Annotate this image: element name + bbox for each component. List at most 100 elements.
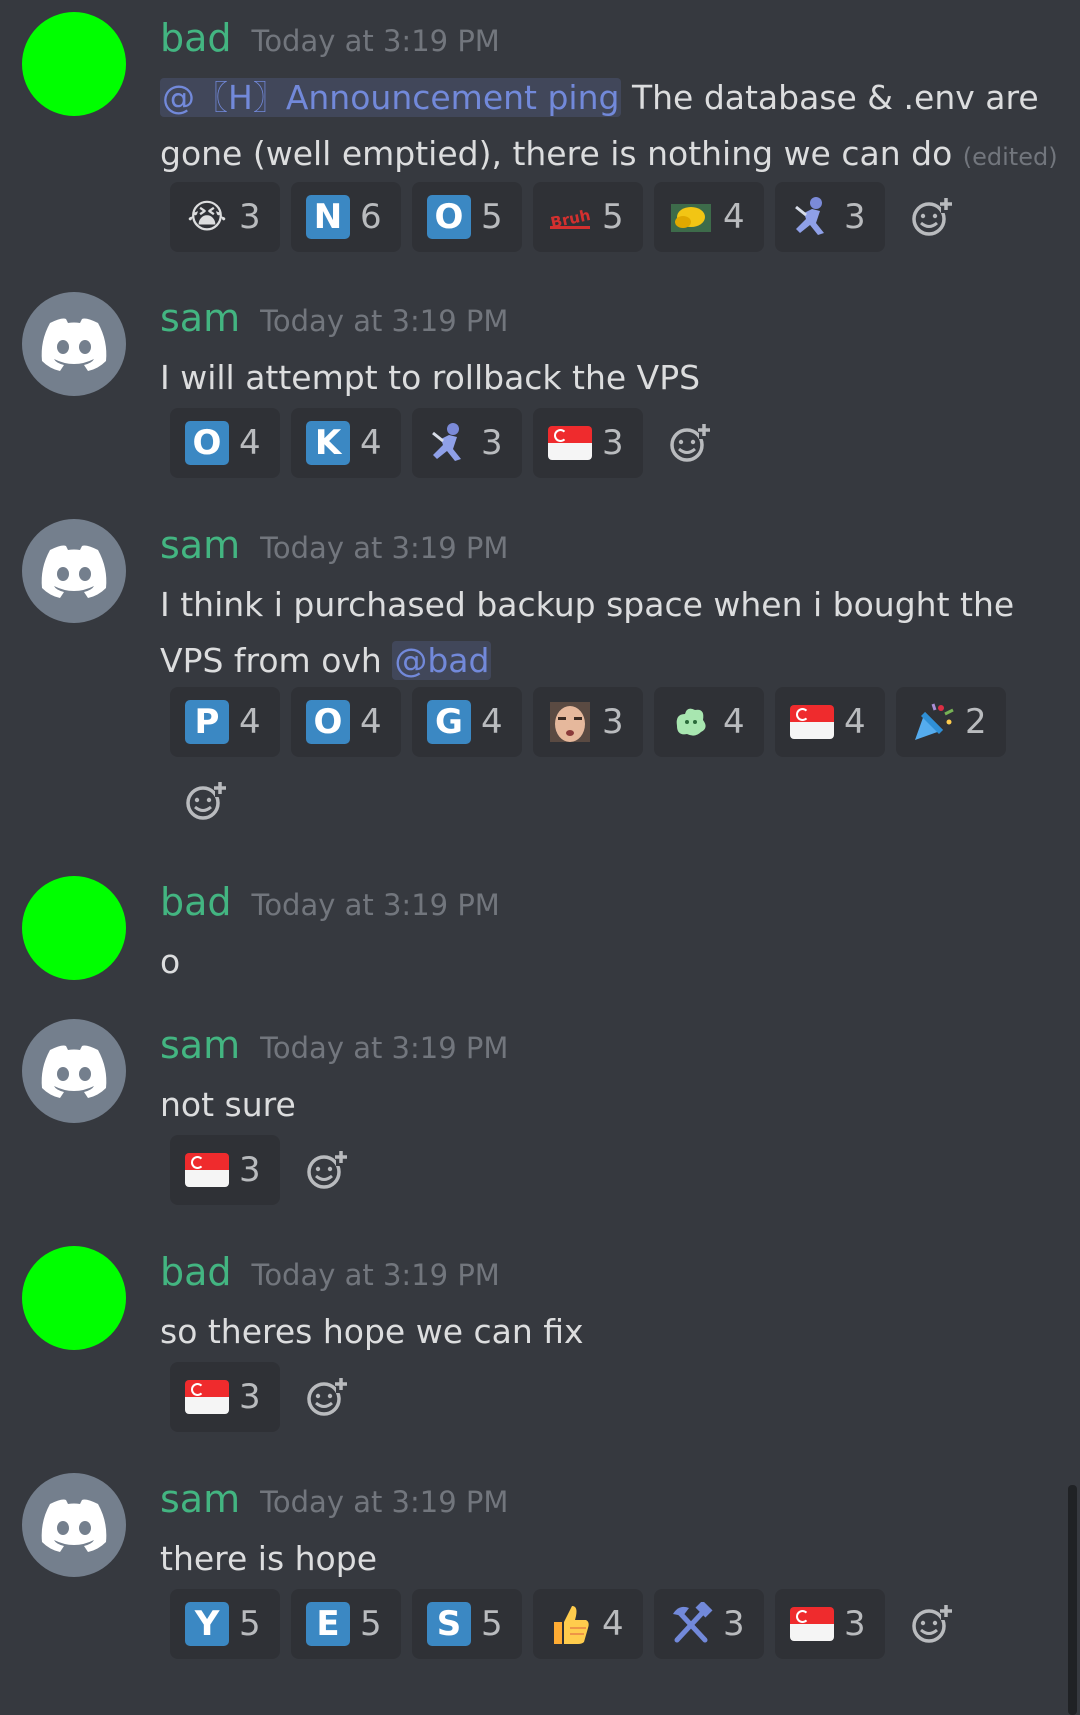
user-mention[interactable]: @bad <box>392 641 492 680</box>
avatar[interactable] <box>22 1019 126 1123</box>
add-reaction-icon <box>670 423 710 462</box>
username[interactable]: sam <box>160 296 240 340</box>
timestamp: Today at 3:19 PM <box>260 531 509 565</box>
timestamp: Today at 3:19 PM <box>251 888 500 922</box>
bruh-icon: Bruh <box>548 195 592 239</box>
message-content: there is hope <box>160 1531 1060 1587</box>
reaction-flag-sg[interactable]: 3 <box>533 408 643 478</box>
username[interactable]: sam <box>160 1477 240 1521</box>
reaction-regional-n[interactable]: N 6 <box>291 182 401 252</box>
reaction-flag-sg[interactable]: 3 <box>170 1135 280 1205</box>
message-header: bad Today at 3:19 PM <box>160 1250 500 1294</box>
message: bad Today at 3:19 PM o <box>0 876 1070 986</box>
reaction-regional-o[interactable]: O 5 <box>412 182 522 252</box>
flag-sg-icon <box>548 426 592 460</box>
reaction-count: 3 <box>239 197 261 237</box>
reaction-count: 4 <box>360 702 382 742</box>
message-header: bad Today at 3:19 PM <box>160 880 500 924</box>
reaction-bar: Y 5 E 5 S 5 4 3 3 <box>170 1589 1050 1668</box>
flag-sg-icon <box>185 1153 229 1187</box>
flag-sg-icon <box>790 705 834 739</box>
reaction-count: 3 <box>481 423 503 463</box>
reaction-regional-g[interactable]: G 4 <box>412 687 522 757</box>
reaction-count: 4 <box>723 702 745 742</box>
reaction-count: 6 <box>360 197 382 237</box>
regional-e-icon: E <box>306 1602 350 1646</box>
reaction-regional-p[interactable]: P 4 <box>170 687 280 757</box>
custom-face-emoji-icon <box>548 700 592 744</box>
avatar[interactable] <box>22 1473 126 1577</box>
avatar[interactable] <box>22 292 126 396</box>
add-reaction-button[interactable] <box>896 182 966 252</box>
message-header: sam Today at 3:19 PM <box>160 1023 508 1067</box>
reaction-flag-sg[interactable]: 4 <box>775 687 885 757</box>
username[interactable]: bad <box>160 1250 232 1294</box>
message-text: not sure <box>160 1085 296 1124</box>
reaction-count: 3 <box>602 423 624 463</box>
avatar[interactable] <box>22 519 126 623</box>
username[interactable]: bad <box>160 16 232 60</box>
reaction-bruh[interactable]: Bruh 5 <box>533 182 643 252</box>
custom-yellow-emoji-icon <box>669 195 713 239</box>
reaction-sob[interactable]: 😭 3 <box>170 182 280 252</box>
reaction-flag-sg[interactable]: 3 <box>170 1362 280 1432</box>
add-reaction-icon <box>912 197 952 236</box>
message-header: sam Today at 3:19 PM <box>160 1477 508 1521</box>
discord-logo-icon <box>41 318 107 371</box>
edited-label: (edited) <box>962 143 1058 171</box>
username[interactable]: bad <box>160 880 232 924</box>
discord-logo-icon <box>41 545 107 598</box>
reaction-regional-s[interactable]: S 5 <box>412 1589 522 1659</box>
timestamp: Today at 3:19 PM <box>251 24 500 58</box>
avatar[interactable] <box>22 876 126 980</box>
add-reaction-button[interactable] <box>170 766 240 836</box>
add-reaction-button[interactable] <box>654 408 724 478</box>
custom-dance-emoji-icon <box>427 421 471 465</box>
reaction-regional-y[interactable]: Y 5 <box>170 1589 280 1659</box>
regional-k-icon: K <box>306 421 350 465</box>
reaction-count: 3 <box>239 1150 261 1190</box>
timestamp: Today at 3:19 PM <box>260 1031 509 1065</box>
username[interactable]: sam <box>160 523 240 567</box>
add-reaction-icon <box>307 1377 347 1416</box>
timestamp: Today at 3:19 PM <box>260 1485 509 1519</box>
username[interactable]: sam <box>160 1023 240 1067</box>
reaction-regional-o[interactable]: O 4 <box>291 687 401 757</box>
role-mention[interactable]: @〖H〗Announcement ping <box>160 78 622 117</box>
message-text: I will attempt to rollback the VPS <box>160 358 701 397</box>
custom-dance-emoji-icon <box>790 195 834 239</box>
reaction-custom-yellow[interactable]: 4 <box>654 182 764 252</box>
reaction-count: 4 <box>602 1604 624 1644</box>
reaction-count: 3 <box>723 1604 745 1644</box>
add-reaction-button[interactable] <box>896 1589 966 1659</box>
avatar[interactable] <box>22 12 126 116</box>
reaction-custom-dance[interactable]: 3 <box>775 182 885 252</box>
message-content: I will attempt to rollback the VPS <box>160 350 1060 406</box>
reaction-regional-k[interactable]: K 4 <box>291 408 401 478</box>
reaction-count: 5 <box>239 1604 261 1644</box>
reaction-thumbsup[interactable]: 4 <box>533 1589 643 1659</box>
reaction-tada[interactable]: 2 <box>896 687 1006 757</box>
reaction-count: 5 <box>481 197 503 237</box>
reaction-hammer-pick[interactable]: 3 <box>654 1589 764 1659</box>
regional-o-icon: O <box>306 700 350 744</box>
reaction-custom-face[interactable]: 3 <box>533 687 643 757</box>
reaction-bar: 3 <box>170 1362 1050 1441</box>
message-text: so theres hope we can fix <box>160 1312 584 1351</box>
message-content: so theres hope we can fix <box>160 1304 1060 1360</box>
reaction-count: 2 <box>965 702 987 742</box>
scrollbar[interactable] <box>1068 1485 1077 1715</box>
regional-o-icon: O <box>185 421 229 465</box>
reaction-count: 4 <box>239 423 261 463</box>
reaction-regional-o[interactable]: O 4 <box>170 408 280 478</box>
add-reaction-button[interactable] <box>291 1362 361 1432</box>
add-reaction-button[interactable] <box>291 1135 361 1205</box>
message-header: sam Today at 3:19 PM <box>160 523 508 567</box>
reaction-regional-e[interactable]: E 5 <box>291 1589 401 1659</box>
custom-green-emoji-icon <box>669 700 713 744</box>
reaction-custom-green[interactable]: 4 <box>654 687 764 757</box>
reaction-bar: 😭 3 N 6 O 5 Bruh 5 4 3 <box>170 182 1050 261</box>
avatar[interactable] <box>22 1246 126 1350</box>
reaction-custom-dance[interactable]: 3 <box>412 408 522 478</box>
reaction-flag-sg[interactable]: 3 <box>775 1589 885 1659</box>
